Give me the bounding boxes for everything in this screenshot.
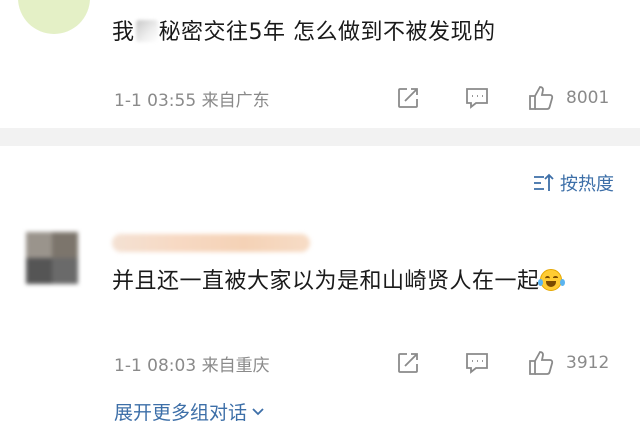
like-button[interactable]: 8001 [528,85,609,111]
comment-text: 并且还一直被大家以为是和山崎贤人在一起 [112,264,612,300]
thumbs-up-icon [529,351,554,375]
comment-text-start: 我 [112,20,135,45]
like-count: 8001 [566,88,610,108]
comment-top: 我秘密交往5年 怎么做到不被发现的 1-1 03:55 来自广东 8001 [0,0,640,128]
comment-icon [466,88,488,109]
sort-label: 按热度 [560,174,614,195]
share-button[interactable] [396,86,420,110]
sort-button[interactable]: 按热度 [532,170,614,196]
username-redacted[interactable] [112,234,310,252]
comment-text-end: 秘密交往5年 怎么做到不被发现的 [158,20,496,45]
sort-icon [534,173,554,191]
comment-text: 我秘密交往5年 怎么做到不被发现的 [112,14,496,46]
share-button[interactable] [396,351,420,375]
expand-label: 展开更多组对话 [114,402,248,424]
like-button[interactable]: 3912 [528,350,609,376]
redacted-character [135,20,158,42]
expand-replies-link[interactable]: 展开更多组对话 [114,398,265,425]
comment-meta: 1-1 08:03 来自重庆 3912 [114,349,624,377]
reply-button[interactable] [464,351,490,375]
comment-timestamp: 1-1 08:03 来自重庆 [114,355,270,376]
thumbs-up-icon [529,86,554,110]
laugh-cry-emoji-icon [537,269,565,291]
comment-icon [466,353,488,374]
chevron-down-icon [252,407,264,415]
comment-body: 并且还一直被大家以为是和山崎贤人在一起 [112,269,540,294]
reply-button[interactable] [464,86,490,110]
avatar[interactable] [18,0,90,34]
comment-timestamp: 1-1 03:55 来自广东 [114,90,270,111]
avatar[interactable] [26,232,78,284]
share-icon [398,353,418,373]
comment-meta: 1-1 03:55 来自广东 8001 [114,84,624,112]
section-divider [0,128,640,146]
share-icon [398,88,418,108]
like-count: 3912 [566,353,610,373]
